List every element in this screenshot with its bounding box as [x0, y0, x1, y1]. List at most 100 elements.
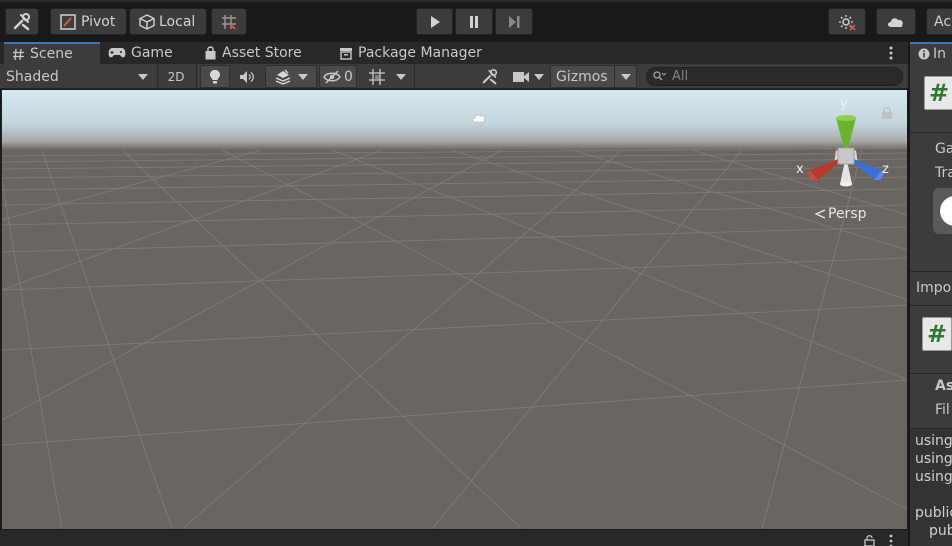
- tab-inspector[interactable]: In: [910, 42, 952, 64]
- dropdown-arrow-icon: [621, 73, 631, 80]
- hidden-count: 0: [344, 68, 353, 85]
- scene-search-field[interactable]: All: [646, 67, 903, 86]
- dropdown-arrow-icon: [534, 73, 544, 80]
- step-icon: [509, 15, 520, 28]
- search-icon: [653, 71, 666, 81]
- tab-inspector-label: In: [933, 46, 947, 62]
- lighting-toggle[interactable]: [200, 65, 230, 88]
- camera-dropdown[interactable]: [508, 65, 548, 88]
- search-placeholder: All: [672, 69, 689, 84]
- pivot-button[interactable]: Pivot: [50, 8, 127, 35]
- code-line: using: [915, 469, 952, 485]
- pivot-icon: [60, 13, 76, 30]
- toggle-circle[interactable]: [933, 188, 952, 234]
- lock-icon[interactable]: [864, 534, 876, 546]
- tab-package-manager-label: Package Manager: [358, 45, 482, 61]
- grid-dropdown[interactable]: [362, 65, 412, 88]
- separator: [614, 66, 615, 87]
- grid-snap-button[interactable]: [211, 8, 247, 35]
- scene-visibility-toggle[interactable]: 0: [319, 65, 357, 88]
- local-button[interactable]: Local: [129, 8, 207, 35]
- script-asset-icon: #: [922, 317, 952, 351]
- code-line: pub: [929, 523, 952, 539]
- ground-grid: [2, 147, 907, 529]
- hash-icon: [13, 48, 24, 60]
- scene-toolbar: Shaded 2D 0 Gizmos All: [0, 64, 908, 89]
- separator: [910, 132, 952, 133]
- dropdown-arrow-icon: [138, 73, 148, 80]
- cloud-icon: [888, 17, 903, 27]
- step-button[interactable]: [495, 8, 533, 35]
- pause-icon: [470, 15, 478, 28]
- effects-dropdown[interactable]: [265, 65, 317, 88]
- toggle-knob: [940, 196, 952, 226]
- main-toolbar: Pivot Local Ac: [0, 0, 952, 42]
- mode-2d-toggle[interactable]: 2D: [160, 65, 192, 88]
- play-button[interactable]: [416, 8, 453, 35]
- separator: [910, 305, 952, 306]
- info-icon: [918, 48, 930, 60]
- tab-game[interactable]: Game: [102, 42, 179, 64]
- gizmos-dropdown[interactable]: Gizmos: [550, 65, 637, 88]
- package-icon: [340, 47, 352, 60]
- gizmo-y-label: y: [840, 96, 848, 111]
- separator: [414, 64, 415, 89]
- tab-game-label: Game: [131, 45, 173, 61]
- bottom-panel-header: [0, 529, 908, 546]
- grid-icon: [369, 68, 385, 85]
- inspector-panel: In # Ga Tra Impor # As Fil using using u…: [909, 42, 952, 546]
- gizmos-label: Gizmos: [556, 68, 608, 85]
- field-tra-label: Tra: [935, 165, 952, 181]
- gizmo-x-label: x: [796, 162, 804, 177]
- orientation-gizmo[interactable]: y x z: [792, 96, 902, 198]
- layers-icon: [275, 69, 291, 85]
- sun-icon: [472, 114, 486, 123]
- tab-scene[interactable]: Scene: [4, 42, 100, 64]
- asset-label: As: [935, 378, 952, 394]
- tab-scene-label: Scene: [30, 46, 73, 62]
- collab-icon: [839, 14, 856, 31]
- projection-toggle[interactable]: Persp: [814, 206, 867, 222]
- code-line: using: [915, 451, 952, 467]
- draw-mode-dropdown[interactable]: Shaded: [2, 65, 152, 88]
- more-options-icon[interactable]: [888, 533, 894, 546]
- tools-button[interactable]: [5, 8, 39, 35]
- draw-mode-label: Shaded: [6, 68, 59, 85]
- play-icon: [430, 15, 440, 28]
- shopping-bag-icon: [205, 46, 216, 60]
- local-label: Local: [159, 13, 196, 30]
- separator: [157, 64, 158, 89]
- mode-2d-label: 2D: [167, 69, 185, 84]
- script-asset-icon: #: [924, 76, 952, 110]
- gizmos-arrow-divider: [614, 66, 631, 87]
- grid-snap-icon: [222, 14, 236, 30]
- dropdown-arrow-icon: [298, 73, 308, 80]
- code-line: public: [915, 505, 952, 521]
- separator: [196, 64, 197, 89]
- pause-button[interactable]: [455, 8, 493, 35]
- collab-button[interactable]: [828, 8, 866, 35]
- gizmo-z-label: z: [882, 162, 889, 177]
- import-settings-label: Impor: [916, 280, 952, 296]
- axis-gizmo-icon: [808, 115, 884, 187]
- account-label: Ac: [934, 13, 952, 30]
- cloud-button[interactable]: [876, 8, 916, 35]
- audio-toggle[interactable]: [232, 65, 262, 88]
- tools-icon: [13, 12, 30, 30]
- hidden-eye-icon: [323, 69, 341, 84]
- script-preview: using using using public pub: [910, 428, 952, 546]
- tab-package-manager[interactable]: Package Manager: [333, 42, 488, 64]
- speaker-icon: [240, 70, 254, 83]
- separator: [910, 373, 952, 374]
- tab-asset-store[interactable]: Asset Store: [198, 42, 308, 64]
- scene-viewport[interactable]: y x z Persp: [1, 90, 907, 529]
- projection-label: Persp: [828, 206, 867, 222]
- dropdown-arrow-icon: [396, 73, 406, 80]
- cube-icon: [139, 13, 155, 30]
- tab-asset-store-label: Asset Store: [222, 45, 302, 61]
- tools-toggle[interactable]: [476, 65, 504, 88]
- light-bulb-icon: [210, 69, 220, 83]
- account-button[interactable]: Ac: [926, 8, 952, 35]
- more-options-icon[interactable]: [886, 45, 896, 61]
- code-line: using: [915, 433, 952, 449]
